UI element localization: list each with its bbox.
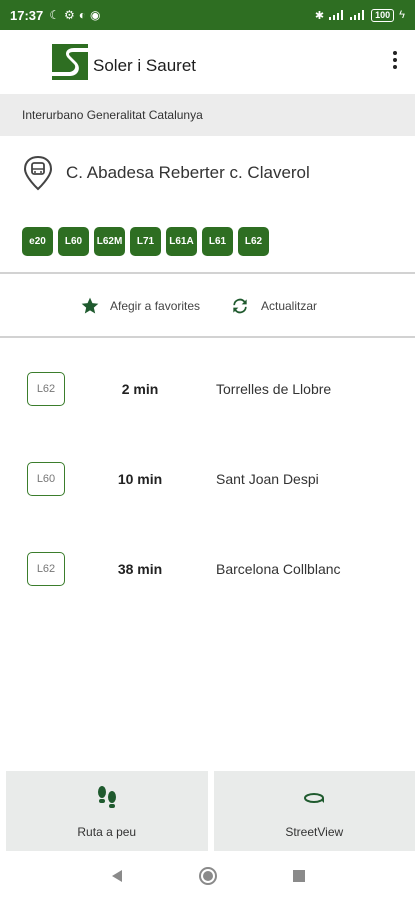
bus-stop-icon [23, 155, 53, 191]
arrival-eta: 38 min [117, 561, 163, 577]
battery-icon: 100 [371, 8, 395, 22]
actions-row: Afegir a favorites Actualitzar [0, 288, 415, 328]
arrival-row[interactable]: L62 2 min Torrelles de Llobre [0, 368, 415, 412]
line-badge: L62 [27, 372, 65, 406]
system-nav-bar [0, 851, 415, 900]
home-icon[interactable] [198, 866, 218, 886]
arrival-destination: Sant Joan Despi [216, 471, 319, 487]
walk-route-label: Ruta a peu [77, 825, 137, 839]
line-badge: L60 [27, 462, 65, 496]
status-time: 17:37 [10, 7, 44, 23]
divider [0, 272, 415, 274]
recents-icon[interactable] [292, 869, 306, 883]
line-chip[interactable]: L61 [202, 227, 233, 256]
notification-icon: ⚙ [64, 8, 75, 22]
signal-icon [329, 10, 344, 20]
arrival-eta: 2 min [121, 381, 159, 397]
street-view-icon [304, 793, 325, 803]
line-chip[interactable]: L71 [130, 227, 161, 256]
street-view-button[interactable]: StreetView [213, 771, 415, 851]
overflow-menu-button[interactable] [389, 48, 401, 72]
line-chip[interactable]: L62 [238, 227, 269, 256]
moon-icon: ☾ [49, 8, 61, 22]
line-badge: L62 [27, 552, 65, 586]
line-chip[interactable]: L61A [166, 227, 197, 256]
bluetooth-icon: ✱ [314, 9, 325, 22]
stop-name: C. Abadesa Reberter c. Claverol [66, 163, 310, 182]
charging-icon: ϟ [399, 9, 405, 21]
app-header: Soler i Sauret [0, 30, 415, 94]
line-chips: e20 L60 L62M L71 L61A L61 L62 [22, 227, 269, 256]
arrival-row[interactable]: L60 10 min Sant Joan Despi [0, 458, 415, 502]
category-band: Interurbano Generalitat Catalunya [0, 94, 415, 136]
brand-name: Soler i Sauret [93, 56, 196, 75]
line-chip[interactable]: L62M [94, 227, 125, 256]
arrival-destination: Torrelles de Llobre [216, 381, 332, 397]
line-chip[interactable]: L60 [58, 227, 89, 256]
line-chip[interactable]: e20 [22, 227, 53, 256]
bottom-actions: Ruta a peu StreetView [6, 771, 415, 851]
add-favorite-label: Afegir a favorites [110, 299, 201, 313]
walk-route-button[interactable]: Ruta a peu [6, 771, 208, 851]
back-icon[interactable] [110, 869, 124, 883]
arrival-row[interactable]: L62 38 min Barcelona Collblanc [0, 548, 415, 592]
star-icon [81, 297, 99, 314]
divider [0, 336, 415, 338]
status-bar: 17:37 ☾ ⚙ ◐ ◉ ✱ 100 ϟ [0, 0, 415, 30]
app-icon: ◐ [78, 8, 87, 22]
stop-row: C. Abadesa Reberter c. Claverol [0, 150, 415, 196]
street-view-label: StreetView [285, 825, 344, 839]
arrival-destination: Barcelona Collblanc [216, 561, 341, 577]
add-favorite-button[interactable]: Afegir a favorites [80, 296, 200, 316]
footsteps-icon [97, 786, 116, 808]
app-icon-2: ◉ [90, 8, 101, 22]
refresh-button[interactable]: Actualitzar [229, 296, 317, 316]
refresh-label: Actualitzar [261, 299, 318, 313]
signal-icon-2 [350, 10, 365, 20]
refresh-icon [233, 298, 247, 314]
arrival-eta: 10 min [117, 471, 163, 487]
logo-icon [52, 44, 88, 80]
